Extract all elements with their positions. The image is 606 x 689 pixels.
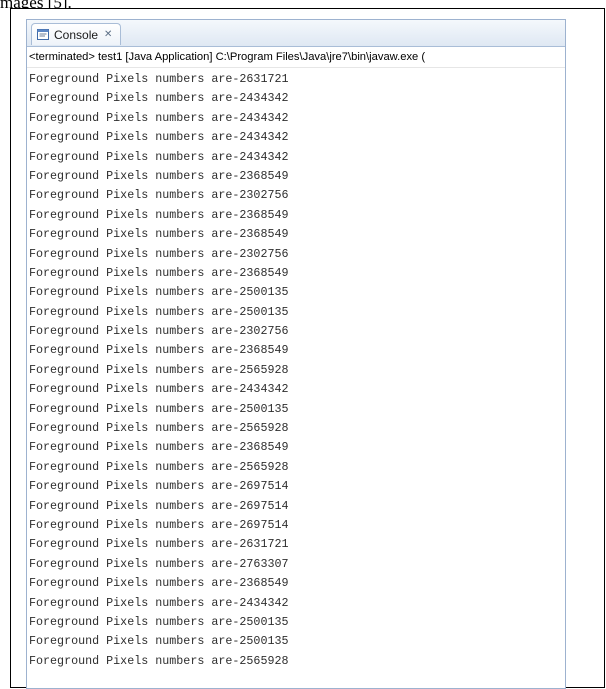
console-line: Foreground Pixels numbers are-2500135 [29,634,289,649]
console-line: Foreground Pixels numbers are-2434342 [29,382,289,397]
console-line: Foreground Pixels numbers are-2500135 [29,401,289,416]
tab-console-label: Console [54,27,99,42]
console-line: Foreground Pixels numbers are-2368549 [29,207,289,222]
console-line: Foreground Pixels numbers are-2434342 [29,149,289,164]
console-line: Foreground Pixels numbers are-2697514 [29,517,289,532]
console-line: Foreground Pixels numbers are-2434342 [29,91,289,106]
console-line: Foreground Pixels numbers are-2368549 [29,227,289,242]
view-tab-bar: Console ✕ [27,20,565,47]
console-line: Foreground Pixels numbers are-2500135 [29,285,289,300]
console-line: Foreground Pixels numbers are-2763307 [29,556,289,571]
console-line: Foreground Pixels numbers are-2368549 [29,343,289,358]
console-line: Foreground Pixels numbers are-2302756 [29,246,289,261]
console-line: Foreground Pixels numbers are-2565928 [29,421,289,436]
console-line: Foreground Pixels numbers are-2434342 [29,595,289,610]
console-line: Foreground Pixels numbers are-2368549 [29,168,289,183]
console-line: Foreground Pixels numbers are-2434342 [29,110,289,125]
console-line: Foreground Pixels numbers are-2434342 [29,130,289,145]
close-icon[interactable]: ✕ [104,29,112,40]
console-output[interactable]: Foreground Pixels numbers are-2631721 For… [27,68,565,671]
console-icon [37,29,49,40]
console-line: Foreground Pixels numbers are-2302756 [29,188,289,203]
console-line: Foreground Pixels numbers are-2631721 [29,72,289,86]
console-line: Foreground Pixels numbers are-2697514 [29,479,289,494]
console-line: Foreground Pixels numbers are-2500135 [29,614,289,629]
console-line: Foreground Pixels numbers are-2697514 [29,498,289,513]
console-line: Foreground Pixels numbers are-2631721 [29,537,289,552]
process-status-line: <terminated> test1 [Java Application] C:… [27,47,565,68]
console-view: Console ✕ <terminated> test1 [Java Appli… [26,19,566,689]
console-line: Foreground Pixels numbers are-2500135 [29,304,289,319]
console-line: Foreground Pixels numbers are-2302756 [29,324,289,339]
tab-console[interactable]: Console ✕ [31,23,121,45]
console-line: Foreground Pixels numbers are-2565928 [29,459,289,474]
console-line: Foreground Pixels numbers are-2565928 [29,362,289,377]
console-line: Foreground Pixels numbers are-2565928 [29,653,289,668]
console-line: Foreground Pixels numbers are-2368549 [29,265,289,280]
figure-frame: Console ✕ <terminated> test1 [Java Appli… [10,8,605,689]
console-line: Foreground Pixels numbers are-2368549 [29,576,289,591]
console-line: Foreground Pixels numbers are-2368549 [29,440,289,455]
